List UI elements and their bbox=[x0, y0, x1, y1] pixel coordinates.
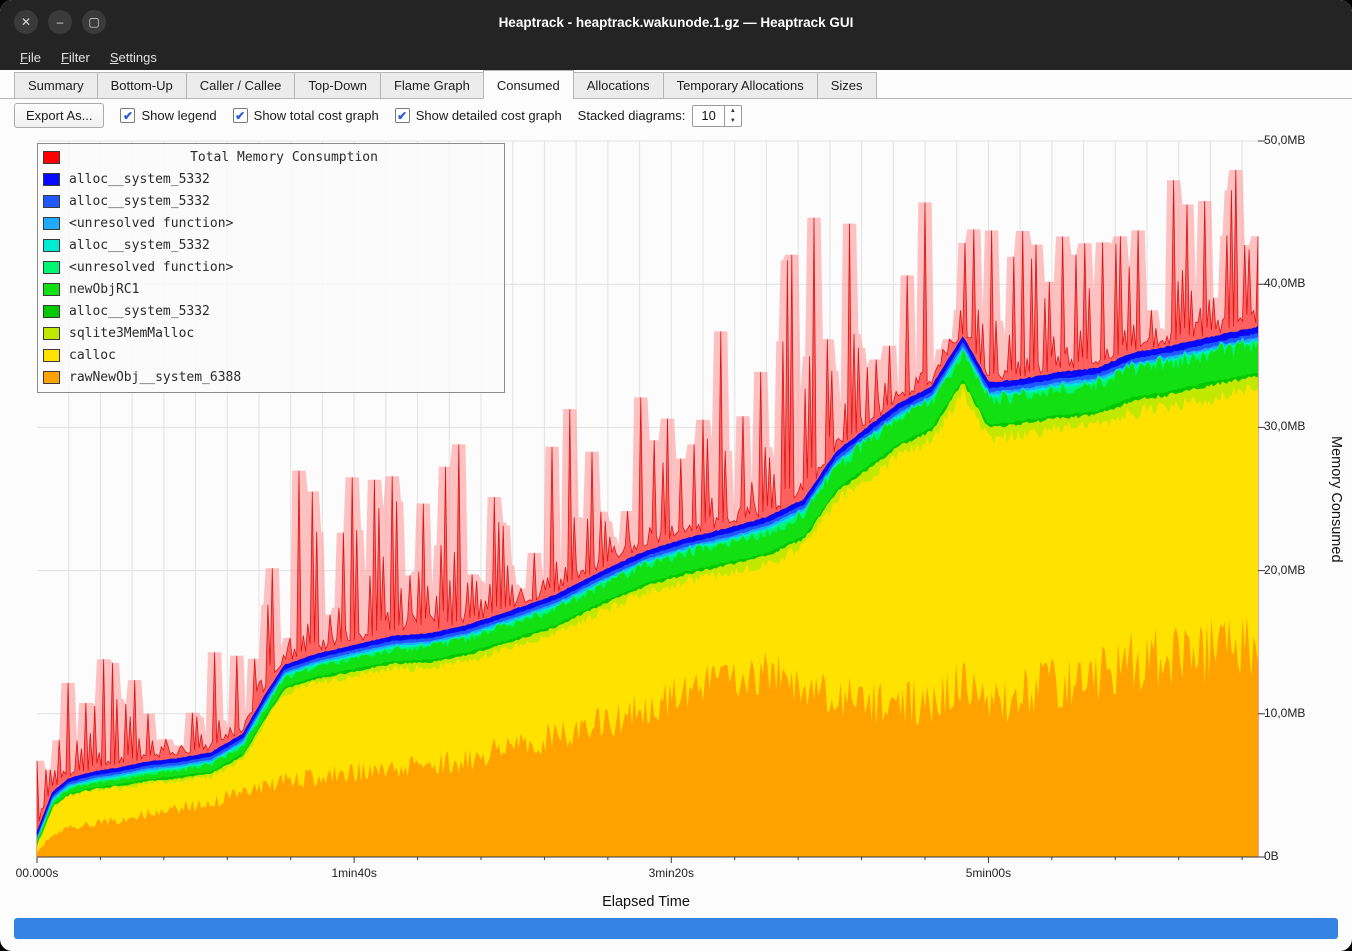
legend-label: newObjRC1 bbox=[69, 282, 139, 297]
checkbox-group: ✔ Show legend ✔ Show total cost graph ✔ Show … bbox=[120, 108, 561, 123]
page: { "window": { "title": "Heaptrack - heap… bbox=[0, 0, 1352, 951]
legend-swatch bbox=[43, 217, 60, 230]
titlebar: ✕ – ▢ Heaptrack - heaptrack.wakunode.1.gz … bbox=[0, 0, 1352, 44]
legend-item: alloc__system_5332 bbox=[43, 168, 499, 190]
x-tick-label: 1min40s bbox=[331, 866, 376, 880]
legend-label: alloc__system_5332 bbox=[69, 172, 210, 187]
checkbox-box-icon[interactable]: ✔ bbox=[395, 108, 410, 123]
checkbox-show-detailed-cost-graph[interactable]: ✔ Show detailed cost graph bbox=[395, 108, 562, 123]
x-tick-label: 00.000s bbox=[16, 866, 59, 880]
tab-allocations[interactable]: Allocations bbox=[573, 72, 664, 99]
tab-caller-callee[interactable]: Caller / Callee bbox=[186, 72, 296, 99]
legend-swatch bbox=[43, 371, 60, 384]
legend-label: sqlite3MemMalloc bbox=[69, 326, 194, 341]
legend-label: alloc__system_5332 bbox=[69, 238, 210, 253]
toolbar: Export As... ✔ Show legend ✔ Show total cos… bbox=[0, 99, 1352, 132]
legend-label: calloc bbox=[69, 348, 116, 363]
legend-label: alloc__system_5332 bbox=[69, 194, 210, 209]
legend-label: rawNewObj__system_6388 bbox=[69, 370, 241, 385]
checkbox-show-legend[interactable]: ✔ Show legend bbox=[120, 108, 216, 123]
legend-swatch bbox=[43, 239, 60, 252]
legend-swatch bbox=[43, 305, 60, 318]
legend-item: alloc__system_5332 bbox=[43, 234, 499, 256]
spinner-buttons: ▲ ▼ bbox=[724, 106, 741, 126]
legend-label: alloc__system_5332 bbox=[69, 304, 210, 319]
legend-swatch bbox=[43, 151, 60, 164]
stacked-diagrams-value[interactable]: 10 bbox=[693, 106, 723, 126]
legend-swatch bbox=[43, 261, 60, 274]
legend-item: <unresolved function> bbox=[43, 256, 499, 278]
tab-top-down[interactable]: Top-Down bbox=[294, 72, 381, 99]
spinner-up-icon[interactable]: ▲ bbox=[725, 106, 741, 116]
checkbox-show-total-cost-graph[interactable]: ✔ Show total cost graph bbox=[233, 108, 379, 123]
window-controls: ✕ – ▢ bbox=[14, 10, 106, 34]
menubar: FileFilterSettings bbox=[0, 44, 1352, 70]
checkbox-label: Show total cost graph bbox=[254, 108, 379, 123]
legend-label: Total Memory Consumption bbox=[69, 150, 499, 165]
tab-consumed[interactable]: Consumed bbox=[483, 70, 574, 99]
tab-sizes[interactable]: Sizes bbox=[817, 72, 877, 99]
y-tick-label: 40,0MB bbox=[1264, 276, 1305, 290]
checkbox-label: Show detailed cost graph bbox=[416, 108, 562, 123]
y-tick-label: 50,0MB bbox=[1264, 133, 1305, 147]
legend-item: <unresolved function> bbox=[43, 212, 499, 234]
x-tick-label: 5min00s bbox=[966, 866, 1011, 880]
tab-temporary-allocations[interactable]: Temporary Allocations bbox=[663, 72, 818, 99]
menu-settings[interactable]: Settings bbox=[100, 47, 167, 68]
x-axis-title: Elapsed Time bbox=[602, 894, 690, 910]
legend-item: calloc bbox=[43, 344, 499, 366]
tab-summary[interactable]: Summary bbox=[14, 72, 98, 99]
menu-file[interactable]: File bbox=[10, 47, 51, 68]
maximize-icon: ▢ bbox=[88, 15, 99, 29]
legend-label: <unresolved function> bbox=[69, 216, 233, 231]
stacked-diagrams-spinbox[interactable]: 10 ▲ ▼ bbox=[692, 105, 741, 127]
maximize-button[interactable]: ▢ bbox=[82, 10, 106, 34]
y-axis-title-wrap: Memory Consumed bbox=[1328, 141, 1344, 857]
tab-bar: SummaryBottom-UpCaller / CalleeTop-DownF… bbox=[0, 70, 1352, 99]
legend-item: rawNewObj__system_6388 bbox=[43, 366, 499, 388]
legend-item: newObjRC1 bbox=[43, 278, 499, 300]
close-icon: ✕ bbox=[21, 15, 31, 29]
checkbox-box-icon[interactable]: ✔ bbox=[233, 108, 248, 123]
close-button[interactable]: ✕ bbox=[14, 10, 38, 34]
minimize-icon: – bbox=[57, 15, 64, 29]
stacked-diagrams-group: Stacked diagrams: 10 ▲ ▼ bbox=[578, 105, 742, 127]
minimize-button[interactable]: – bbox=[48, 10, 72, 34]
menu-filter[interactable]: Filter bbox=[51, 47, 100, 68]
legend-item: alloc__system_5332 bbox=[43, 190, 499, 212]
export-as-button[interactable]: Export As... bbox=[14, 103, 104, 128]
checkbox-label: Show legend bbox=[141, 108, 216, 123]
y-tick-label: 20,0MB bbox=[1264, 563, 1305, 577]
chart-horizontal-scrollbar[interactable] bbox=[14, 918, 1338, 939]
y-tick-label: 0B bbox=[1264, 849, 1279, 863]
y-tick-label: 30,0MB bbox=[1264, 419, 1305, 433]
app-window: ✕ – ▢ Heaptrack - heaptrack.wakunode.1.gz … bbox=[0, 0, 1352, 951]
legend-swatch bbox=[43, 349, 60, 362]
tab-bottom-up[interactable]: Bottom-Up bbox=[97, 72, 187, 99]
y-axis-title: Memory Consumed bbox=[1328, 436, 1344, 563]
legend-swatch bbox=[43, 195, 60, 208]
y-tick-label: 10,0MB bbox=[1264, 706, 1305, 720]
x-tick-label: 3min20s bbox=[649, 866, 694, 880]
legend-label: <unresolved function> bbox=[69, 260, 233, 275]
window-title: Heaptrack - heaptrack.wakunode.1.gz — He… bbox=[499, 15, 854, 30]
legend-swatch bbox=[43, 327, 60, 340]
memory-consumption-chart: Total Memory Consumption alloc__system_53… bbox=[0, 132, 1352, 912]
legend-swatch bbox=[43, 283, 60, 296]
checkbox-box-icon[interactable]: ✔ bbox=[120, 108, 135, 123]
legend-item: sqlite3MemMalloc bbox=[43, 322, 499, 344]
legend-title-row: Total Memory Consumption bbox=[43, 146, 499, 168]
stacked-diagrams-label: Stacked diagrams: bbox=[578, 108, 686, 123]
legend-swatch bbox=[43, 173, 60, 186]
chart-legend: Total Memory Consumption alloc__system_53… bbox=[37, 143, 505, 393]
spinner-down-icon[interactable]: ▼ bbox=[725, 116, 741, 126]
tab-flame-graph[interactable]: Flame Graph bbox=[380, 72, 484, 99]
legend-item: alloc__system_5332 bbox=[43, 300, 499, 322]
